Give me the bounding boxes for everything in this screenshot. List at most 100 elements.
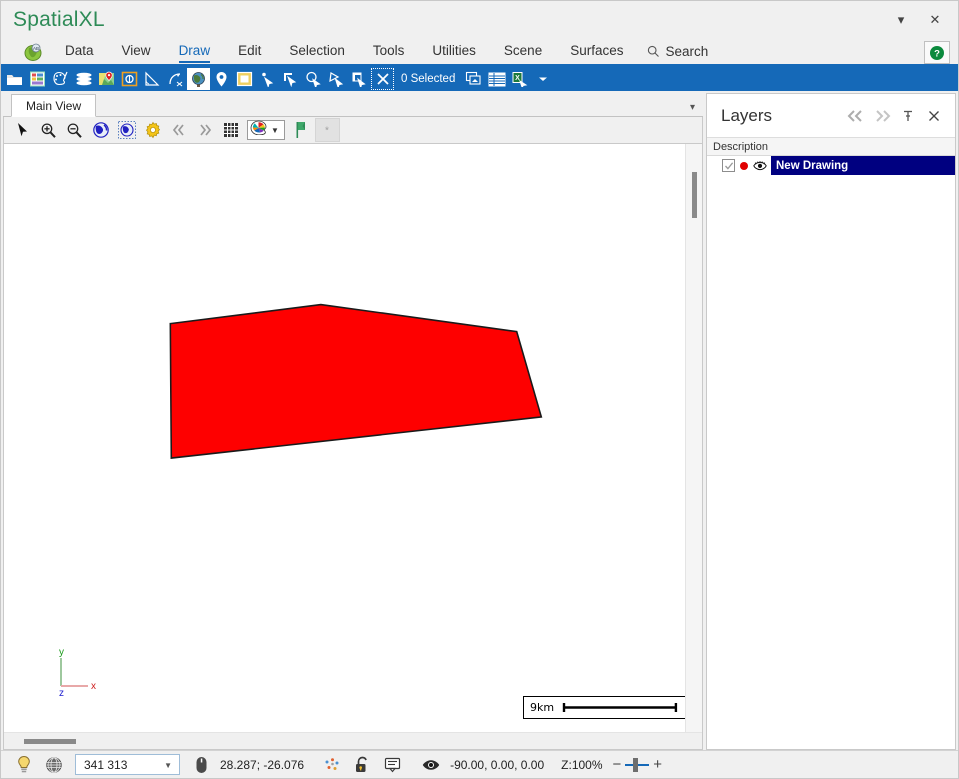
document-pane: Main View ▾	[3, 93, 703, 750]
africa-globe-icon[interactable]: AB	[15, 39, 51, 65]
menu-item-utilities[interactable]: Utilities	[418, 40, 490, 63]
canvas-vertical-scroll-thumb[interactable]	[692, 172, 697, 218]
mouse-icon	[186, 752, 216, 778]
bookmark-flag-icon[interactable]	[289, 118, 314, 142]
layer-eye-icon[interactable]	[753, 160, 767, 172]
expand-right-button[interactable]	[869, 103, 895, 129]
data-table-icon[interactable]	[26, 68, 49, 90]
zoom-extents-globe-icon[interactable]	[88, 118, 113, 142]
application-window: SpatialXL ▾ ✕ AB Data View Draw Edit Sel…	[0, 0, 959, 779]
svg-text:AB: AB	[33, 46, 39, 51]
map-canvas-container: y x z 9km	[3, 144, 703, 750]
hint-bulb-icon[interactable]	[9, 752, 39, 778]
menu-item-scene[interactable]: Scene	[490, 40, 556, 63]
globe-wire-icon[interactable]	[39, 752, 69, 778]
polyline-edit-icon[interactable]	[164, 68, 187, 90]
map-pin-image-icon[interactable]	[95, 68, 118, 90]
body-split: Main View ▾	[1, 91, 958, 750]
next-view-icon[interactable]	[192, 118, 217, 142]
search-icon	[647, 45, 660, 58]
arrow-select-icon[interactable]	[10, 118, 35, 142]
drawn-polygon	[170, 305, 541, 459]
layers-stack-icon[interactable]	[72, 68, 95, 90]
canvas-horizontal-scroll-thumb[interactable]	[24, 739, 76, 744]
measure-angle-icon[interactable]	[141, 68, 164, 90]
layer-visibility-checkbox[interactable]	[722, 159, 735, 172]
axis-label-y: y	[59, 647, 64, 658]
window-controls: ▾ ✕	[884, 1, 952, 39]
location-pin-icon[interactable]	[210, 68, 233, 90]
message-icon[interactable]	[377, 752, 407, 778]
view-tabstrip: Main View ▾	[3, 93, 703, 117]
svg-text:*: *	[325, 126, 329, 137]
close-icon[interactable]: ✕	[918, 5, 952, 35]
open-folder-icon[interactable]	[3, 68, 26, 90]
axis-orientation-indicator: y x z	[48, 644, 100, 696]
copy-selection-icon[interactable]	[462, 68, 485, 90]
menu-item-edit[interactable]: Edit	[224, 40, 275, 63]
tab-main-view[interactable]: Main View	[11, 94, 96, 117]
view-toolbar: ▼ *	[3, 117, 703, 144]
menu-item-draw[interactable]: Draw	[165, 40, 225, 63]
titlebar-dropdown-button[interactable]: ▾	[884, 5, 918, 35]
menu-item-tools[interactable]: Tools	[359, 40, 419, 63]
snapshot-icon[interactable]: *	[315, 118, 340, 142]
zoom-window-globe-icon[interactable]	[114, 118, 139, 142]
select-lasso-icon[interactable]	[325, 68, 348, 90]
collapse-left-button[interactable]	[843, 103, 869, 129]
zoom-in-button[interactable]: +	[653, 757, 662, 772]
select-rectangle-icon[interactable]	[279, 68, 302, 90]
zoom-out-button[interactable]: −	[613, 757, 622, 772]
menu-search[interactable]: Search	[637, 41, 718, 62]
chevron-down-icon[interactable]: ▼	[164, 761, 172, 770]
select-circle-icon[interactable]	[302, 68, 325, 90]
search-label: Search	[665, 44, 708, 59]
orientation-value: -90.00, 0.00, 0.00	[446, 758, 548, 772]
map-frame-icon[interactable]	[233, 68, 256, 90]
axis-label-z: z	[59, 688, 64, 696]
grid-icon[interactable]	[218, 118, 243, 142]
view-settings-gear-icon[interactable]	[140, 118, 165, 142]
palette-pin-icon[interactable]	[49, 68, 72, 90]
menu-item-data[interactable]: Data	[51, 40, 108, 63]
boundary-icon[interactable]	[118, 68, 141, 90]
attribute-table-icon[interactable]	[485, 68, 508, 90]
unlock-icon[interactable]	[347, 752, 377, 778]
chevron-down-icon[interactable]: ▾	[690, 102, 695, 113]
zoom-slider-knob[interactable]	[633, 758, 638, 772]
canvas-horizontal-scrollbar[interactable]	[4, 732, 702, 749]
pin-icon[interactable]	[895, 103, 921, 129]
select-point-icon[interactable]	[256, 68, 279, 90]
zoom-level-label: Z:100%	[557, 758, 606, 772]
layer-color-swatch[interactable]	[740, 162, 748, 170]
export-excel-icon[interactable]: X	[508, 68, 531, 90]
map-canvas[interactable]: y x z 9km	[4, 144, 685, 732]
color-palette-combo[interactable]: ▼	[247, 120, 285, 140]
help-button[interactable]: ?	[924, 41, 950, 64]
overflow-chevron-icon[interactable]	[531, 68, 554, 90]
scale-value: 341 313	[84, 758, 127, 772]
canvas-vertical-scrollbar[interactable]	[685, 144, 702, 732]
menu-item-view[interactable]: View	[108, 40, 165, 63]
title-bar: SpatialXL ▾ ✕	[1, 1, 958, 39]
eye-icon[interactable]	[416, 752, 446, 778]
points-cluster-icon[interactable]	[317, 752, 347, 778]
zoom-slider[interactable]	[625, 758, 649, 772]
zoom-out-icon[interactable]	[62, 118, 87, 142]
zoom-control: − +	[613, 757, 663, 772]
layer-row-new-drawing[interactable]: New Drawing	[707, 156, 955, 175]
clear-selection-icon[interactable]	[371, 68, 394, 90]
zoom-in-icon[interactable]	[36, 118, 61, 142]
previous-view-icon[interactable]	[166, 118, 191, 142]
selection-count: 0 Selected	[394, 73, 462, 85]
menu-item-surfaces[interactable]: Surfaces	[556, 40, 637, 63]
scale-combo[interactable]: 341 313 ▼	[75, 754, 180, 775]
globe-icon[interactable]	[187, 68, 210, 90]
help-icon: ?	[929, 45, 945, 61]
select-crop-icon[interactable]	[348, 68, 371, 90]
menu-item-selection[interactable]: Selection	[275, 40, 359, 63]
layers-panel-title: Layers	[721, 106, 843, 126]
close-panel-icon[interactable]	[921, 103, 947, 129]
color-palette-icon	[250, 120, 267, 140]
chevron-down-icon[interactable]: ▼	[271, 126, 279, 135]
